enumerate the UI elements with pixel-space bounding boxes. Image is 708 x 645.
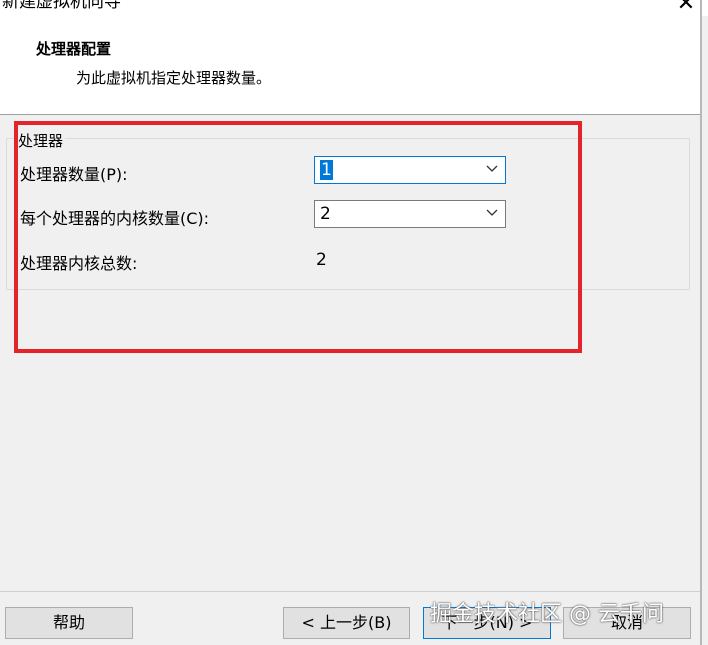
window-border [700,0,702,645]
help-button[interactable]: 帮助 [5,607,133,639]
title-bar: 新建虚拟机向导 ✕ [0,0,708,16]
next-button[interactable]: 下一步(N) > [423,607,551,639]
page-title: 处理器配置 [36,40,112,58]
footer-divider [0,591,700,592]
page-subtitle: 为此虚拟机指定处理器数量。 [76,69,272,87]
close-icon[interactable]: ✕ [676,0,696,15]
cancel-button[interactable]: 取消 [563,607,691,639]
window-title: 新建虚拟机向导 [2,0,121,12]
annotation-highlight-box [14,121,582,353]
back-button[interactable]: < 上一步(B) [283,607,410,639]
wizard-header: 处理器配置 为此虚拟机指定处理器数量。 [0,16,700,115]
